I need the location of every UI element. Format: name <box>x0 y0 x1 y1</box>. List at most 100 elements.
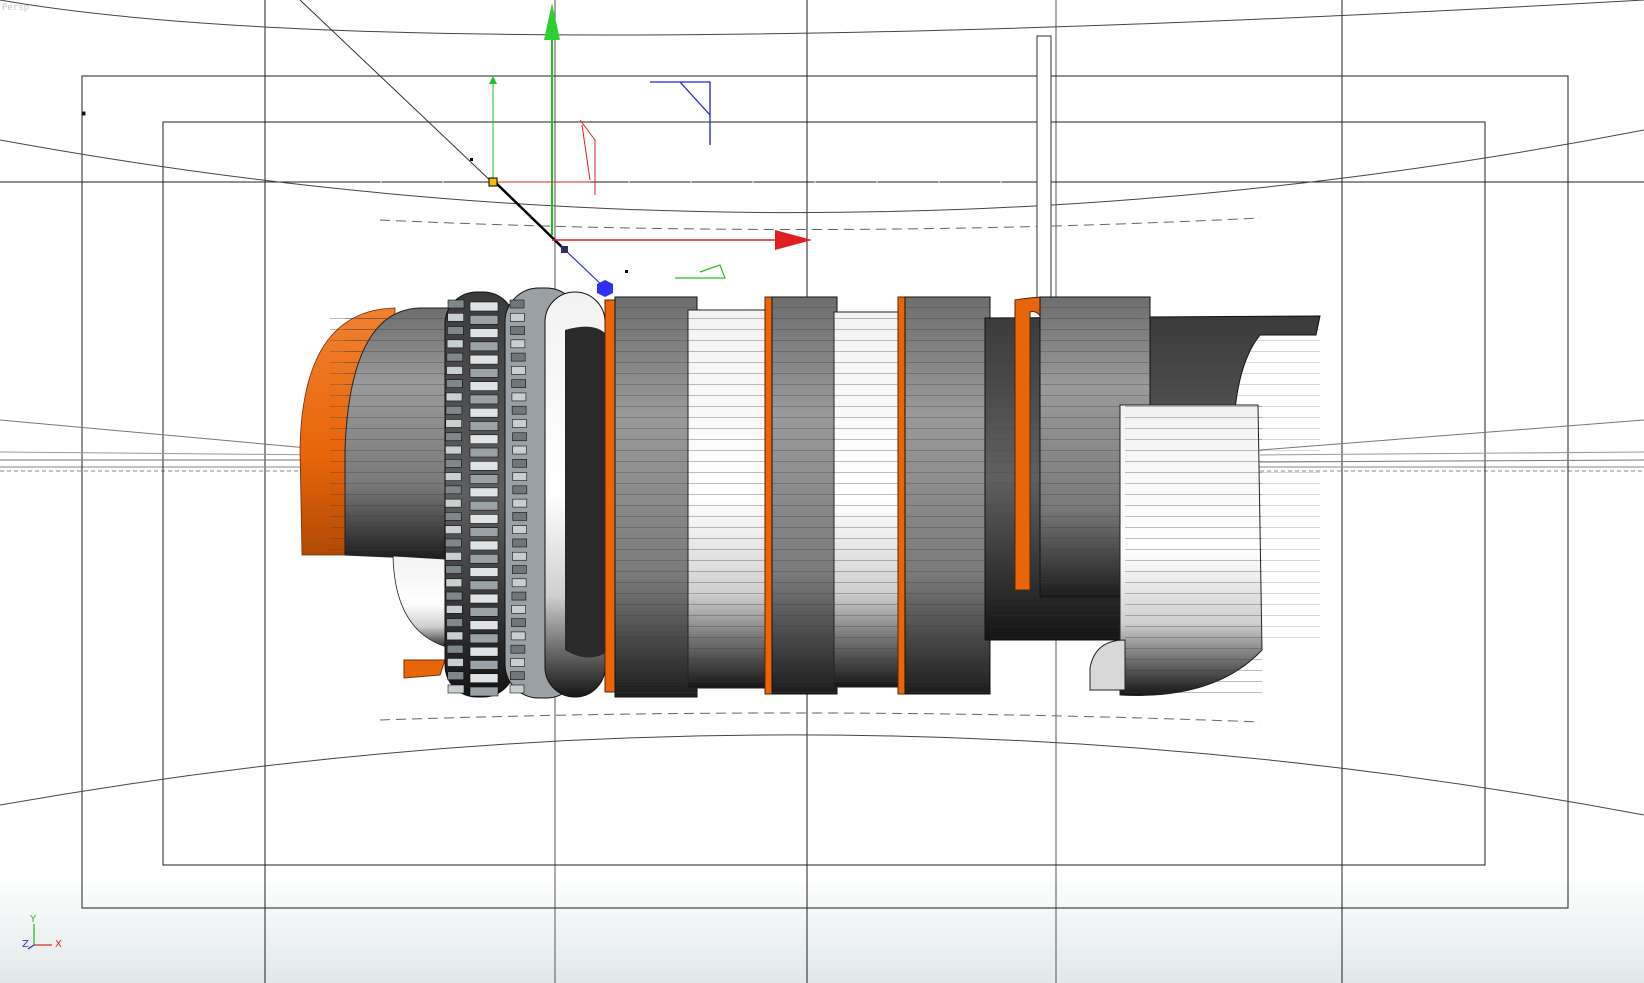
gear-tooth <box>469 620 499 630</box>
gear-tooth <box>512 432 527 442</box>
gear-tooth <box>512 512 528 521</box>
gear-tooth <box>469 314 499 325</box>
gear-tooth <box>469 487 499 498</box>
gear-tooth <box>510 671 525 681</box>
gear-tooth <box>469 553 499 564</box>
gear-tooth <box>469 407 499 418</box>
gear-tooth <box>447 684 465 694</box>
gear-tooth <box>445 392 463 402</box>
gear-tooth <box>512 485 528 495</box>
gear-tooth <box>447 299 465 309</box>
gear-tooth <box>469 500 499 511</box>
gizmo-pivot <box>488 177 498 187</box>
gear-tooth <box>510 312 525 322</box>
gear-tooth <box>445 459 462 468</box>
gear-tooth <box>444 472 462 481</box>
gear-tooth <box>469 646 499 657</box>
gear-tooth <box>511 379 526 388</box>
gear-tooth <box>469 381 499 391</box>
gear-tooth <box>445 538 462 548</box>
axis-triad: Y X Z <box>22 912 72 952</box>
axis-y-label: Y <box>30 914 37 925</box>
gear-tooth <box>510 339 526 349</box>
gear-tooth <box>511 618 526 627</box>
gear-tooth <box>469 354 499 365</box>
gizmo-y-arrowhead <box>544 3 560 40</box>
gear-tooth <box>512 551 527 561</box>
pommel-section[interactable] <box>984 296 1321 696</box>
gear-tooth <box>445 525 462 534</box>
gear-tooth <box>511 392 527 402</box>
gear-tooth <box>469 567 499 577</box>
gear-tooth <box>447 326 464 335</box>
gear-tooth <box>510 631 526 641</box>
gear-tooth <box>445 551 462 561</box>
gear-tooth <box>469 686 499 697</box>
gear-tooth <box>512 445 527 455</box>
gear-tooth <box>447 312 464 322</box>
gear-tooth <box>447 671 464 681</box>
gear-tooth <box>510 326 525 335</box>
gear-tooth <box>469 434 499 445</box>
3d-viewport[interactable]: Persp Y X Z <box>0 0 1644 983</box>
gear-tooth <box>445 419 462 428</box>
gear-tooth <box>512 459 527 468</box>
move-transform-gizmo[interactable] <box>470 3 812 297</box>
gear-tooth <box>469 514 499 524</box>
axis-x-label: X <box>55 939 62 950</box>
gear-tooth <box>509 684 525 694</box>
gear-tooth <box>469 673 499 684</box>
gear-tooth <box>512 565 527 574</box>
gear-tooth <box>469 580 499 591</box>
emitter-section[interactable] <box>299 307 461 679</box>
main-body[interactable] <box>604 296 991 698</box>
axis-z-label: Z <box>22 939 29 950</box>
gear-tooth <box>511 366 526 375</box>
gear-tooth <box>512 498 528 508</box>
gear-tooth <box>445 591 463 601</box>
gear-tooth <box>469 593 499 604</box>
gear-tooth <box>446 352 464 362</box>
gear-tooth <box>510 658 525 667</box>
gear-tooth <box>512 538 527 548</box>
gear-tooth <box>469 461 499 471</box>
gear-tooth <box>445 432 462 442</box>
gear-tooth <box>469 633 499 644</box>
gear-tooth <box>445 578 463 588</box>
gear-tooth <box>447 658 464 667</box>
scene-canvas[interactable] <box>0 0 1644 983</box>
gear-tooth <box>512 525 527 534</box>
gear-tooth <box>509 299 525 309</box>
gear-tooth <box>469 540 499 551</box>
gear-tooth <box>446 339 464 349</box>
gear-tooth <box>446 631 464 641</box>
gear-tooth <box>445 445 462 455</box>
gear-tooth <box>446 366 463 375</box>
gear-tooth <box>511 405 527 415</box>
gear-tooth <box>445 405 463 415</box>
gear-tooth <box>444 485 462 495</box>
gear-tooth <box>512 472 528 481</box>
gear-tooth <box>469 474 499 484</box>
gear-tooth <box>444 512 462 521</box>
gear-tooth <box>512 419 527 428</box>
gear-tooth <box>469 421 499 431</box>
gear-tooth <box>469 301 499 312</box>
gear-tooth <box>444 498 462 508</box>
gear-tooth <box>510 352 526 362</box>
gear-tooth <box>510 644 526 654</box>
gear-tooth <box>511 605 526 614</box>
gear-ring-section[interactable] <box>444 287 610 699</box>
gear-tooth <box>469 607 499 617</box>
gear-tooth <box>469 328 499 338</box>
gear-tooth <box>511 591 527 601</box>
gear-tooth <box>469 447 499 458</box>
gear-tooth <box>446 379 463 388</box>
gear-tooth <box>469 394 499 405</box>
gear-tooth <box>469 527 499 537</box>
gear-tooth <box>469 368 499 378</box>
gear-tooth <box>446 644 464 654</box>
gear-tooth <box>445 565 462 574</box>
gear-tooth <box>446 605 463 614</box>
gizmo-x-arrowhead <box>775 230 812 250</box>
